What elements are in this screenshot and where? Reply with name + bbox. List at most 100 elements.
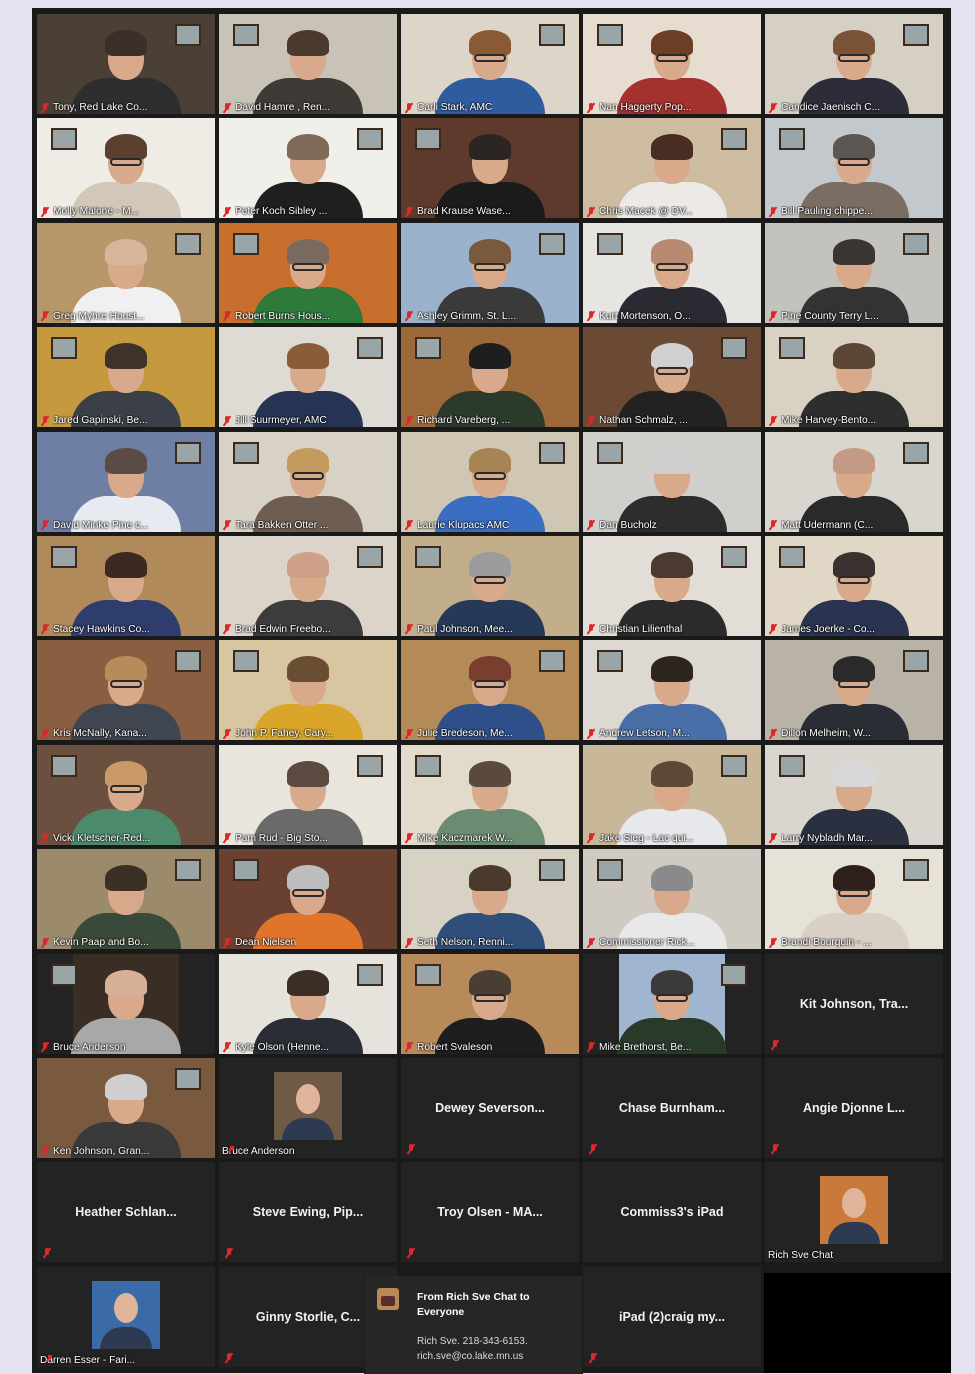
participant-person — [799, 231, 909, 323]
participant-tile[interactable]: Candice Jaenisch C... — [765, 14, 943, 114]
microphone-muted-icon — [40, 102, 50, 113]
participant-tile[interactable]: Nathan Schmalz, ... — [583, 327, 761, 428]
participant-tile[interactable]: Ken Johnson, Gran... — [37, 1057, 215, 1158]
participant-tile[interactable]: iPad (2)craig my... — [583, 1266, 761, 1367]
participant-name-label: Greg Myhre Houst... — [40, 311, 212, 322]
participant-name-label: Andrew Letson, M... — [586, 728, 758, 739]
participant-name: Chris Macek @ DV... — [599, 206, 694, 218]
participant-tile[interactable]: Bruce Anderson — [37, 953, 215, 1054]
participant-tile[interactable]: Robert Burns Hous... — [219, 222, 397, 323]
participant-person — [253, 753, 363, 845]
participant-tile[interactable]: Carli Stark, AMC — [401, 14, 579, 114]
participant-tile[interactable]: Peter Koch Sibley ... — [219, 118, 397, 219]
participant-tile[interactable]: John P. Fahey, Cary... — [219, 640, 397, 741]
participant-tile[interactable]: David Hamre , Ren... — [219, 14, 397, 114]
participant-tile[interactable]: Darren Esser - Fari... — [37, 1266, 215, 1367]
participant-tile[interactable]: Greg Myhre Houst... — [37, 222, 215, 323]
participant-tile[interactable]: Dean Nielsen — [219, 849, 397, 950]
chat-notification[interactable]: From Rich Sve Chat to Everyone Rich Sve.… — [364, 1276, 583, 1374]
participant-tile[interactable]: Nan Haggerty Pop... — [583, 14, 761, 114]
video-feed — [37, 327, 215, 428]
participant-name: Carli Stark, AMC — [417, 102, 493, 113]
participant-tile[interactable]: Richard Vareberg, ... — [401, 327, 579, 428]
participant-name: Brandi Bourquin - ... — [781, 937, 872, 949]
microphone-muted-icon — [404, 415, 414, 426]
participant-tile[interactable]: Kyle Olson (Henne... — [219, 953, 397, 1054]
participant-name-label: Darren Esser - Fari... — [40, 1354, 212, 1366]
participant-tile[interactable]: Julie Bredeson, Me... — [401, 640, 579, 741]
participant-tile[interactable]: Tara Bakken Otter ... — [219, 431, 397, 532]
microphone-muted-icon — [770, 1143, 780, 1154]
participant-tile[interactable]: Pine County Terry L... — [765, 222, 943, 323]
participant-name-label: Commissioner Rick... — [586, 937, 758, 948]
participant-name-label: Chris Macek @ DV... — [586, 206, 758, 217]
participant-tile[interactable]: Kit Johnson, Tra... — [765, 953, 943, 1054]
participant-tile[interactable]: Kevin Paap and Bo... — [37, 849, 215, 950]
participant-tile[interactable]: Kris McNally, Kana... — [37, 640, 215, 741]
participant-name: Nan Haggerty Pop... — [599, 102, 692, 113]
participant-name: Pam Rud - Big Sto... — [235, 832, 328, 844]
participant-person — [71, 544, 181, 636]
participant-tile[interactable]: Pam Rud - Big Sto... — [219, 744, 397, 845]
participant-tile[interactable]: Mike Harvey-Bento... — [765, 327, 943, 428]
participant-tile[interactable]: Dillon Melheim, W... — [765, 640, 943, 741]
video-feed — [401, 744, 579, 845]
participant-tile[interactable]: Dan Bucholz — [583, 431, 761, 532]
participant-tile[interactable]: Commissioner Rick... — [583, 849, 761, 950]
participant-tile[interactable]: Brad Edwin Freebo... — [219, 535, 397, 636]
participant-tile[interactable]: Heather Schlan... — [37, 1162, 215, 1263]
participant-person — [253, 648, 363, 741]
participant-tile[interactable]: Chris Macek @ DV... — [583, 118, 761, 219]
participant-tile[interactable]: Troy Olsen - MA... — [401, 1162, 579, 1263]
participant-name: David Minke Pine c... — [53, 519, 149, 531]
participant-tile[interactable]: Chase Burnham... — [583, 1057, 761, 1158]
participant-tile[interactable]: James Joerke - Co... — [765, 535, 943, 636]
microphone-muted-icon — [40, 1042, 50, 1052]
participant-tile[interactable]: Rich Sve Chat — [765, 1162, 943, 1263]
participant-person — [617, 962, 727, 1054]
participant-tile[interactable]: Kurt Mortenson, O... — [583, 222, 761, 323]
participant-tile[interactable]: Bill Pauling chippe... — [765, 118, 943, 219]
participant-tile[interactable]: Paul Johnson, Mee... — [401, 535, 579, 636]
participant-name-label: Kevin Paap and Bo... — [40, 937, 212, 948]
video-feed — [765, 640, 943, 741]
participant-name: Molly Malone - M... — [53, 206, 140, 218]
participant-tile[interactable]: Brandi Bourquin - ... — [765, 849, 943, 950]
participant-tile[interactable]: Bruce Anderson — [219, 1057, 397, 1158]
participant-tile[interactable]: Ashley Grimm, St. L... — [401, 222, 579, 323]
participant-name: Jake Sieg - Lac qui... — [599, 832, 695, 844]
participant-tile[interactable]: Vicki Kletscher-Red... — [37, 744, 215, 845]
participant-name-label: Mike Kaczmarek W... — [404, 833, 576, 844]
participant-tile[interactable]: Mike Brethorst, Be... — [583, 953, 761, 1054]
participant-tile[interactable]: Mike Kaczmarek W... — [401, 744, 579, 845]
participant-tile[interactable]: Andrew Letson, M... — [583, 640, 761, 741]
microphone-muted-icon — [222, 1042, 232, 1052]
participant-tile[interactable]: Jill Suurmeyer, AMC — [219, 327, 397, 428]
participant-name-label: Dean Nielsen — [222, 937, 394, 948]
video-feed — [583, 327, 761, 428]
participant-name-label: Laurie Klupacs AMC — [404, 520, 576, 531]
participant-tile[interactable]: Matt Udermann (C... — [765, 431, 943, 532]
microphone-muted-icon — [222, 311, 232, 321]
participant-tile[interactable]: Brad Krause Wase... — [401, 118, 579, 219]
participant-tile[interactable]: Larry Nybladh Mar... — [765, 744, 943, 845]
participant-grid: Tony, Red Lake Co... David Hamre , Ren...… — [37, 14, 943, 1367]
participant-tile[interactable]: Jake Sieg - Lac qui... — [583, 744, 761, 845]
participant-tile[interactable]: David Minke Pine c... — [37, 431, 215, 532]
participant-tile[interactable]: Molly Malone - M... — [37, 118, 215, 219]
participant-tile[interactable]: Tony, Red Lake Co... — [37, 14, 215, 114]
participant-tile[interactable]: Christian Lilienthal — [583, 535, 761, 636]
participant-tile[interactable]: Angie Djonne L... — [765, 1057, 943, 1158]
participant-person — [253, 440, 363, 532]
video-feed — [765, 327, 943, 428]
participant-tile[interactable]: Stacey Hawkins Co... — [37, 535, 215, 636]
participant-tile[interactable]: Commiss3's iPad — [583, 1162, 761, 1263]
participant-tile[interactable]: Seth Nelson, Renni... — [401, 849, 579, 950]
participant-tile[interactable]: Dewey Severson... — [401, 1057, 579, 1158]
participant-tile[interactable]: Jared Gapinski, Be... — [37, 327, 215, 428]
participant-tile[interactable]: Laurie Klupacs AMC — [401, 431, 579, 532]
participant-name: Pine County Terry L... — [781, 310, 879, 322]
microphone-muted-icon — [770, 1039, 780, 1050]
participant-tile[interactable]: Robert Svaleson — [401, 953, 579, 1054]
participant-tile[interactable]: Steve Ewing, Pip... — [219, 1162, 397, 1263]
